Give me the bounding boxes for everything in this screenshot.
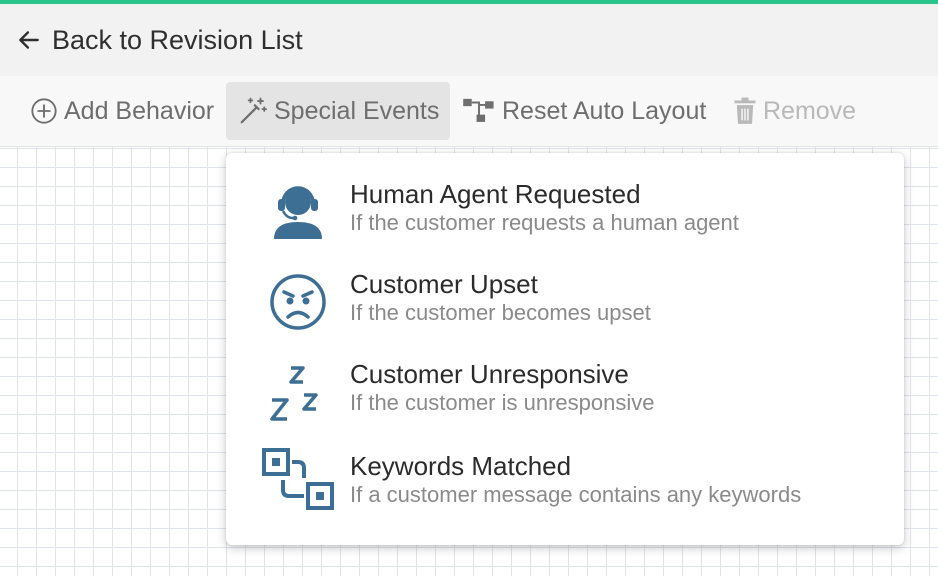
reset-auto-layout-label: Reset Auto Layout (502, 96, 707, 125)
hierarchy-icon (463, 98, 494, 122)
add-behavior-button[interactable]: Add Behavior (30, 82, 214, 140)
add-behavior-label: Add Behavior (64, 96, 215, 125)
back-to-revision-list-link[interactable]: Back to Revision List (16, 25, 303, 56)
menu-item-description: If the customer is unresponsive (350, 390, 655, 415)
special-events-menu: Human Agent Requested If the customer re… (226, 153, 904, 545)
menu-item-human-agent-requested[interactable]: Human Agent Requested If the customer re… (226, 153, 904, 243)
headset-agent-icon (274, 186, 322, 239)
angry-face-icon (270, 274, 326, 330)
remove-label: Remove (763, 96, 857, 125)
plus-circle-icon (31, 98, 57, 124)
magic-wand-icon (240, 97, 267, 124)
sleep-zzz-icon (270, 366, 318, 421)
special-events-label: Special Events (274, 96, 440, 125)
menu-item-title: Human Agent Requested (350, 179, 641, 209)
toolbar: Add Behavior Special Events Reset Auto L… (0, 76, 938, 147)
arrow-left-icon (19, 31, 39, 49)
page-header: Back to Revision List (0, 4, 938, 76)
menu-item-keywords-matched[interactable]: Keywords Matched If a customer message c… (226, 425, 904, 515)
menu-item-title: Customer Unresponsive (350, 359, 629, 389)
back-link-label: Back to Revision List (52, 24, 303, 55)
menu-item-description: If a customer message contains any keywo… (350, 482, 802, 507)
menu-item-description: If the customer becomes upset (350, 300, 651, 325)
special-events-button[interactable]: Special Events (226, 82, 450, 140)
keyword-link-icon (262, 448, 334, 510)
menu-item-customer-unresponsive[interactable]: Customer Unresponsive If the customer is… (226, 333, 904, 423)
trash-icon (734, 97, 756, 124)
menu-item-customer-upset[interactable]: Customer Upset If the customer becomes u… (226, 243, 904, 333)
menu-item-title: Customer Upset (350, 269, 538, 299)
menu-item-title: Keywords Matched (350, 451, 572, 481)
reset-auto-layout-button[interactable]: Reset Auto Layout (462, 82, 706, 140)
remove-button[interactable]: Remove (733, 82, 856, 140)
menu-item-description: If the customer requests a human agent (350, 210, 739, 235)
